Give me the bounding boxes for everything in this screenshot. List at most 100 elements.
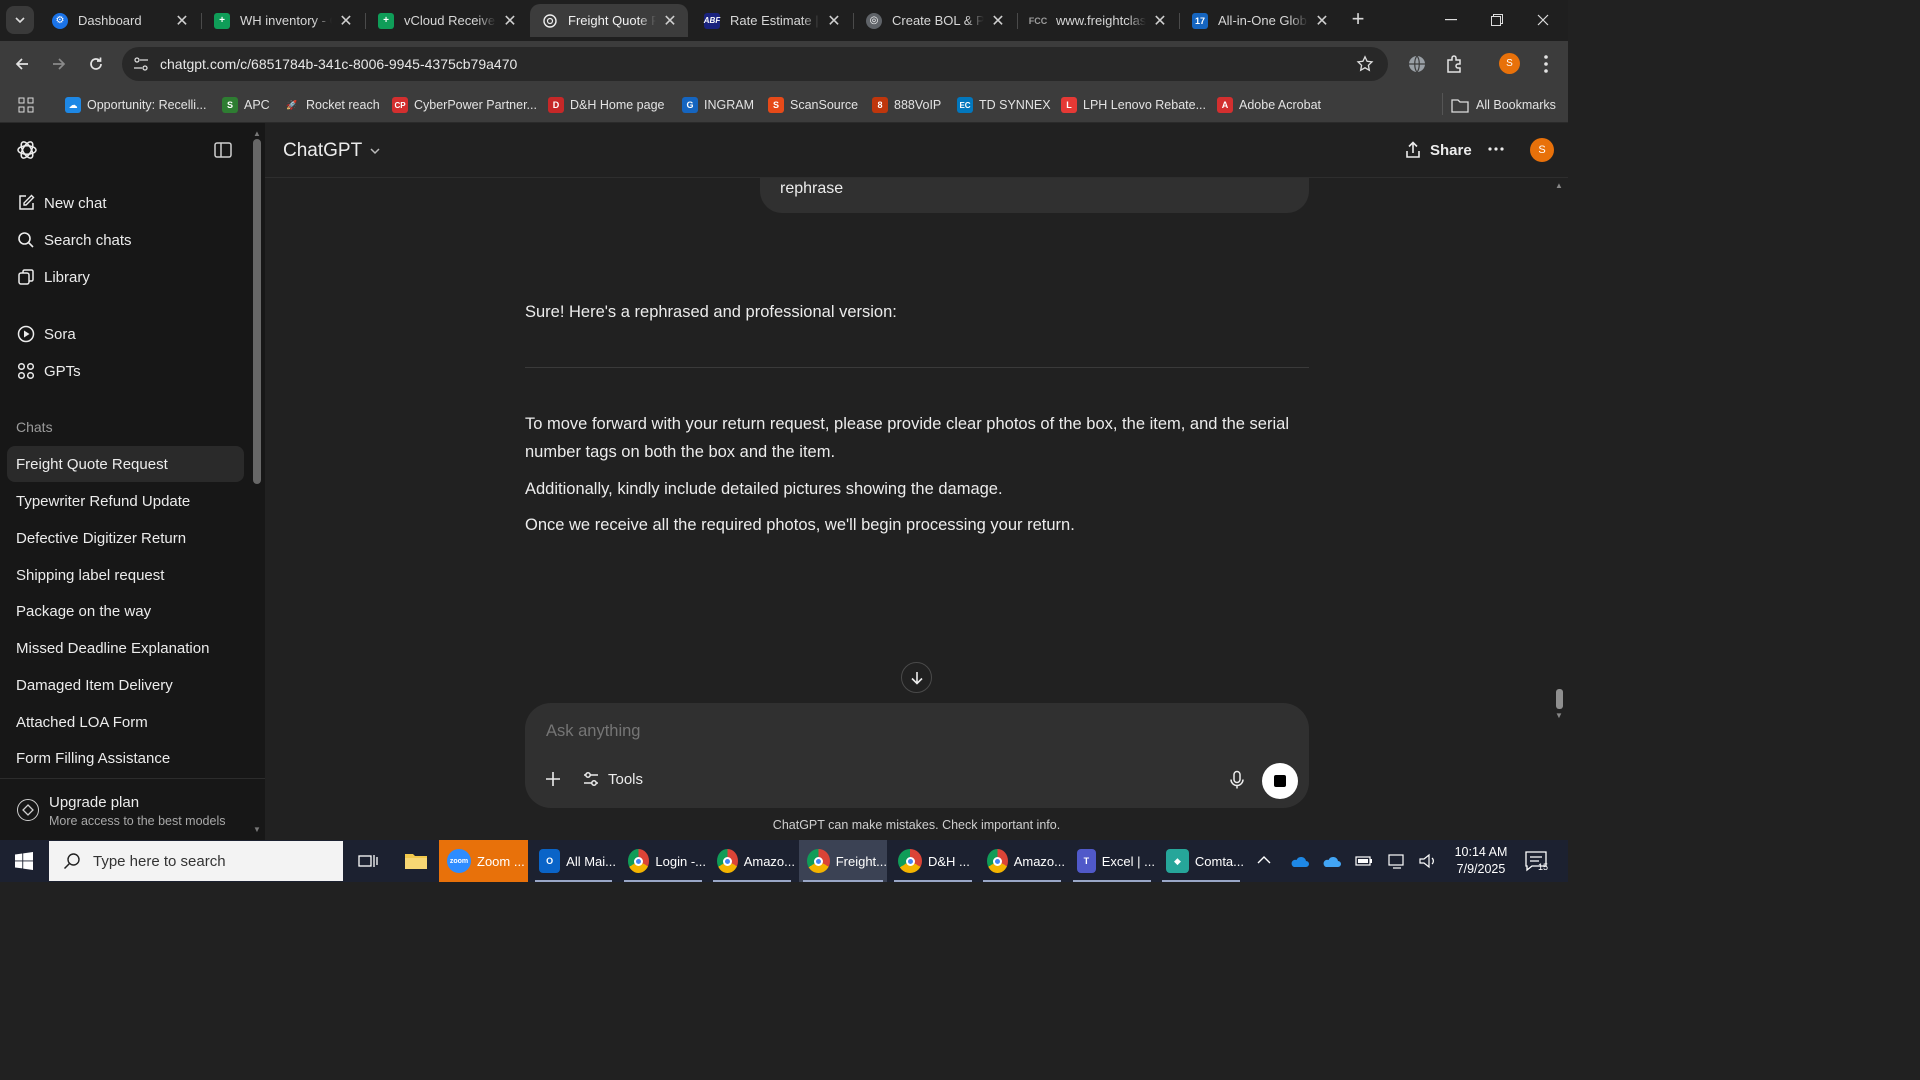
browser-tab-freight-quote[interactable]: Freight Quote Re ✕ — [530, 4, 688, 37]
scroll-down-arrow-icon[interactable]: ▼ — [1555, 711, 1563, 720]
user-avatar[interactable]: S — [1530, 138, 1554, 162]
chat-item-attached-loa-form[interactable]: Attached LOA Form — [7, 704, 244, 740]
chat-item-typewriter-refund-update[interactable]: Typewriter Refund Update — [7, 483, 244, 519]
bookmark-rocket-reach[interactable]: 🚀 Rocket reach — [284, 95, 379, 115]
bookmark-lenovo-rebate[interactable]: L LPH Lenovo Rebate... — [1061, 95, 1206, 115]
new-chat-button[interactable]: New chat — [8, 185, 244, 221]
start-button[interactable] — [0, 840, 48, 882]
browser-tab-freightclass[interactable]: FCC www.freightclass ✕ — [1018, 4, 1178, 37]
taskbar-app-comta[interactable]: ◆ Comta... — [1158, 840, 1244, 882]
close-icon[interactable]: ✕ — [662, 11, 678, 31]
apps-grid-icon[interactable] — [18, 97, 34, 113]
taskbar-app-outlook[interactable]: O All Mai... — [531, 840, 616, 882]
gpts-button[interactable]: GPTs — [8, 353, 244, 389]
chat-item-shipping-label-request[interactable]: Shipping label request — [7, 557, 244, 593]
sora-button[interactable]: Sora — [8, 316, 244, 352]
battery-icon[interactable] — [1355, 854, 1373, 868]
taskbar-app-chrome-amazon-2[interactable]: Amazo... — [979, 840, 1065, 882]
restore-button[interactable] — [1474, 6, 1520, 34]
browser-tab-17track[interactable]: 17 All-in-One Globa ✕ — [1180, 4, 1340, 37]
browser-tab-create-bol[interactable]: ◎ Create BOL & Pi ✕ — [854, 4, 1016, 37]
bookmark-dh-home[interactable]: D D&H Home page — [548, 95, 665, 115]
sidebar-toggle-icon[interactable] — [213, 140, 233, 160]
tools-button[interactable]: Tools — [582, 770, 643, 788]
taskbar-app-chrome-amazon[interactable]: Amazo... — [709, 840, 795, 882]
close-icon[interactable]: ✕ — [1152, 11, 1168, 31]
openai-logo-icon[interactable] — [15, 138, 39, 162]
chat-item-defective-digitizer-return[interactable]: Defective Digitizer Return — [7, 520, 244, 556]
url-text[interactable]: chatgpt.com/c/6851784b-341c-8006-9945-43… — [160, 56, 517, 72]
upgrade-plan-button[interactable]: Upgrade plan More access to the best mod… — [0, 778, 265, 840]
kebab-menu-icon[interactable] — [1538, 54, 1554, 74]
site-info-icon[interactable] — [132, 55, 150, 73]
chat-item-form-filling-assistance[interactable]: Form Filling Assistance — [7, 740, 244, 776]
new-tab-button[interactable]: + — [1347, 8, 1369, 31]
taskbar-search-box[interactable]: Type here to search — [49, 841, 343, 881]
bookmark-apc[interactable]: S APC — [222, 95, 270, 115]
all-bookmarks-button[interactable]: All Bookmarks — [1451, 95, 1556, 115]
assistant-paragraph: Once we receive all the required photos,… — [525, 516, 1075, 534]
browser-tab-vcloud[interactable]: + vCloud Receive F ✕ — [366, 4, 528, 37]
chat-item-freight-quote-request[interactable]: Freight Quote Request — [7, 446, 244, 482]
browser-tab-rate-estimate[interactable]: ABF Rate Estimate | A ✕ — [692, 4, 852, 37]
task-view-button[interactable] — [352, 840, 384, 882]
close-icon[interactable]: ✕ — [502, 11, 518, 31]
scroll-up-arrow-icon[interactable]: ▲ — [1555, 181, 1563, 190]
microphone-icon[interactable] — [1228, 770, 1246, 790]
onedrive-icon[interactable] — [1321, 854, 1341, 868]
sidebar-scrollbar[interactable] — [253, 139, 261, 484]
file-explorer-button[interactable] — [396, 840, 436, 882]
network-icon[interactable] — [1388, 853, 1406, 869]
stop-generating-button[interactable] — [1262, 763, 1298, 799]
plus-icon[interactable] — [543, 769, 563, 789]
volume-icon[interactable] — [1418, 853, 1438, 869]
more-options-button[interactable] — [1487, 140, 1505, 158]
system-clock[interactable]: 10:14 AM 7/9/2025 — [1445, 844, 1517, 878]
chevron-up-icon[interactable] — [1257, 855, 1271, 865]
star-icon[interactable] — [1356, 55, 1374, 73]
close-icon[interactable]: ✕ — [174, 11, 190, 31]
chat-item-missed-deadline-explanation[interactable]: Missed Deadline Explanation — [7, 630, 244, 666]
chat-item-package-on-the-way[interactable]: Package on the way — [7, 593, 244, 629]
chat-item-damaged-item-delivery[interactable]: Damaged Item Delivery — [7, 667, 244, 703]
bookmark-cyberpower[interactable]: CP CyberPower Partner... — [392, 95, 537, 115]
browser-tab-dashboard[interactable]: ⚙ Dashboard ✕ — [40, 4, 200, 37]
taskbar-app-chrome-login[interactable]: Login -... — [620, 840, 706, 882]
close-icon[interactable]: ✕ — [1314, 11, 1330, 31]
tab-search-button[interactable] — [6, 6, 34, 34]
window-close-button[interactable] — [1520, 6, 1566, 34]
scroll-to-bottom-button[interactable] — [901, 662, 932, 693]
bookmark-888voip[interactable]: 8 888VoIP — [872, 95, 941, 115]
profile-avatar[interactable]: S — [1499, 53, 1520, 74]
close-icon — [1537, 14, 1549, 26]
back-button[interactable] — [8, 50, 36, 78]
reload-button[interactable] — [82, 50, 110, 78]
close-icon[interactable]: ✕ — [338, 11, 354, 31]
translate-icon[interactable] — [1407, 54, 1427, 74]
onedrive-icon[interactable] — [1289, 854, 1309, 868]
search-chats-button[interactable]: Search chats — [8, 222, 244, 258]
address-bar[interactable]: chatgpt.com/c/6851784b-341c-8006-9945-43… — [122, 47, 1388, 81]
browser-tab-wh-inventory[interactable]: + WH inventory - G ✕ — [202, 4, 364, 37]
taskbar-app-zoom[interactable]: zoom Zoom ... — [439, 840, 528, 882]
taskbar-app-chrome-dh[interactable]: D&H ... — [890, 840, 976, 882]
bookmark-adobe-acrobat[interactable]: A Adobe Acrobat — [1217, 95, 1321, 115]
close-icon[interactable]: ✕ — [990, 11, 1006, 31]
bookmark-td-synnex[interactable]: EC TD SYNNEX — [957, 95, 1051, 115]
bookmark-scansource[interactable]: S ScanSource — [768, 95, 858, 115]
bookmark-opportunity[interactable]: ☁ Opportunity: Recelli... — [65, 95, 207, 115]
taskbar-app-teams[interactable]: T Excel | ... — [1069, 840, 1155, 882]
forward-button[interactable] — [45, 50, 73, 78]
extensions-icon[interactable] — [1445, 54, 1465, 74]
scroll-up-arrow-icon[interactable]: ▲ — [253, 129, 261, 138]
model-selector[interactable]: ChatGPT — [283, 140, 382, 162]
prompt-input[interactable] — [546, 722, 1146, 741]
taskbar-app-chrome-freight[interactable]: Freight... — [799, 840, 887, 882]
bookmark-ingram[interactable]: G INGRAM — [682, 95, 754, 115]
minimize-button[interactable] — [1428, 6, 1474, 34]
main-scrollbar[interactable] — [1556, 689, 1563, 709]
share-button[interactable]: Share — [1404, 141, 1472, 159]
close-icon[interactable]: ✕ — [826, 11, 842, 31]
library-button[interactable]: Library — [8, 259, 244, 295]
sheets-icon: + — [214, 12, 230, 29]
